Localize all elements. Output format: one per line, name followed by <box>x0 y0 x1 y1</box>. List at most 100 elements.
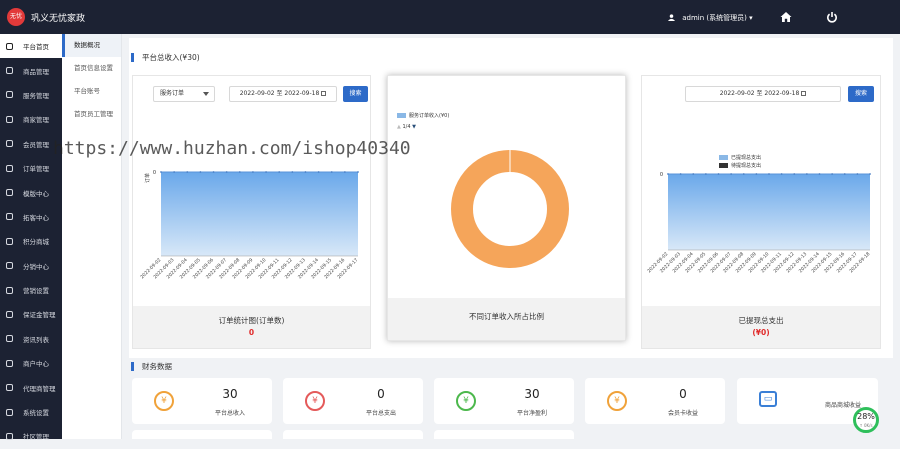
sidebar-item[interactable]: 订单管理 <box>0 156 62 180</box>
chevron-down-icon <box>203 92 209 96</box>
order-search-button[interactable]: 搜索 <box>343 86 368 102</box>
calendar-icon <box>801 91 807 96</box>
data-point <box>843 173 846 175</box>
data-point <box>818 173 821 175</box>
series-area <box>668 174 870 250</box>
sidebar-item[interactable]: 保证金管理 <box>0 302 62 326</box>
power-icon[interactable] <box>826 11 838 23</box>
data-point <box>212 171 215 173</box>
order-type-select-value: 服务订单 <box>160 90 185 97</box>
order-date-range-text: 2022-09-02 至 2022-09-18 <box>239 90 320 97</box>
withdraw-date-range[interactable]: 2022-09-02 至 2022-09-18 <box>685 86 841 102</box>
data-point <box>679 173 682 175</box>
top-bar: 无忧 巩义无忧家政 admin (系统管理员) ▾ <box>0 0 900 34</box>
menu-icon <box>6 140 13 148</box>
withdraw-card-footer: 已提现总支出 (¥0) <box>642 306 880 348</box>
data-point <box>780 173 783 175</box>
y-tick-label: 0 <box>153 170 156 176</box>
withdraw-legend-item[interactable]: 待提现总支出 <box>719 162 761 170</box>
sidebar-item-label: 社区管理 <box>23 433 49 442</box>
performance-badge: 28% ↑ 0K/s <box>853 407 879 433</box>
menu-icon <box>6 42 13 50</box>
subnav-item[interactable]: 数据概况 <box>62 34 121 57</box>
order-type-select[interactable]: 服务订单 <box>153 86 215 102</box>
menu-icon <box>6 115 13 123</box>
sidebar-item[interactable]: 商家管理 <box>0 107 62 131</box>
performance-sub: ↑ 0K/s <box>859 423 873 428</box>
income-panel: 平台总收入(¥30) 服务订单 2022-09-02 至 2022-09-18 … <box>129 38 893 358</box>
sidebar-item[interactable]: 系统设置 <box>0 400 62 424</box>
order-date-range[interactable]: 2022-09-02 至 2022-09-18 <box>229 86 337 102</box>
data-point <box>173 171 176 173</box>
sidebar-item-label: 系统设置 <box>23 409 49 418</box>
withdraw-legend-label: 待提现总支出 <box>731 163 762 169</box>
finance-stat-card: ¥0 会员卡收益 <box>585 378 725 424</box>
sidebar-item[interactable]: 代理商管理 <box>0 375 62 399</box>
sidebar-item[interactable]: 社区管理 <box>0 424 62 448</box>
sidebar-item-label: 商品管理 <box>23 67 49 76</box>
withdraw-area-chart: 02022-09-022022-09-032022-09-042022-09-0… <box>646 172 871 274</box>
shop-icon: ▭ <box>759 391 777 407</box>
sidebar-item[interactable]: 服务管理 <box>0 83 62 107</box>
menu-icon <box>6 213 13 221</box>
watermark-text: https://www.huzhan.com/ishop40340 <box>53 138 411 159</box>
data-point <box>199 171 202 173</box>
sidebar-item[interactable]: 商品管理 <box>0 58 62 82</box>
logo: 无忧 <box>7 8 25 26</box>
finance-stat-card: ¥30 平台总收入 <box>132 378 272 424</box>
subnav-item[interactable]: 首页员工管理 <box>62 103 121 126</box>
sidebar-item[interactable]: 分销中心 <box>0 254 62 278</box>
data-point <box>793 173 796 175</box>
sidebar-item[interactable]: 平台首页 <box>0 34 62 59</box>
sidebar-item[interactable]: 积分商城 <box>0 229 62 253</box>
data-point <box>225 171 228 173</box>
pie-card-footer: 不同订单收入所占比例 <box>388 298 625 340</box>
withdraw-chart-card: 2022-09-02 至 2022-09-18 搜索 已提现总支出 待提现总支出… <box>641 75 881 349</box>
pie-slice <box>451 150 569 268</box>
home-icon[interactable] <box>780 11 792 23</box>
data-point <box>742 173 745 175</box>
series-area <box>161 172 358 256</box>
data-point <box>304 171 307 173</box>
order-card-footer: 订单统计图(订单数) 0 <box>133 306 370 348</box>
subnav-item[interactable]: 首页信息设置 <box>62 57 121 80</box>
sidebar-item[interactable]: 资讯列表 <box>0 327 62 351</box>
sidebar-item[interactable]: 商户中心 <box>0 351 62 375</box>
data-point <box>805 173 808 175</box>
data-point <box>238 171 241 173</box>
finance-row-2-card <box>434 430 574 439</box>
sidebar-item-label: 会员管理 <box>23 140 49 149</box>
withdraw-footer-value: (¥0) <box>752 328 770 337</box>
calendar-icon <box>321 91 327 96</box>
menu-icon <box>6 310 13 318</box>
app-title: 巩义无忧家政 <box>31 14 86 24</box>
finance-stat-value: 30 <box>524 387 540 401</box>
sidebar-item-label: 商户中心 <box>23 360 49 369</box>
sidebar-item[interactable]: 模版中心 <box>0 180 62 204</box>
data-point <box>692 173 695 175</box>
finance-row-2-card <box>132 430 272 439</box>
order-footer-label: 订单统计图(订单数) <box>218 316 285 325</box>
data-point <box>856 173 859 175</box>
data-point <box>265 171 267 173</box>
data-point <box>730 173 733 175</box>
sidebar-item[interactable]: 营销设置 <box>0 278 62 302</box>
yuan-icon: ¥ <box>154 391 174 411</box>
sidebar-item-label: 保证金管理 <box>23 311 56 320</box>
finance-stat-label: 会员卡收益 <box>667 410 698 417</box>
sidebar-item-label: 积分商城 <box>23 238 49 247</box>
withdraw-legend-label: 已提现总支出 <box>731 155 762 161</box>
withdraw-search-button[interactable]: 搜索 <box>848 86 874 102</box>
finance-stat-label: 平台总收入 <box>214 410 245 417</box>
withdraw-legend-swatch <box>719 155 728 160</box>
menu-icon <box>6 359 13 367</box>
withdraw-legend-item[interactable]: 已提现总支出 <box>719 154 761 162</box>
chevron-down-icon: ▾ <box>749 14 753 22</box>
sidebar-item[interactable]: 拓客中心 <box>0 205 62 229</box>
data-point <box>768 173 770 175</box>
user-label: admin (系统管理员) <box>682 14 747 22</box>
subnav-item[interactable]: 平台账号 <box>62 80 121 103</box>
user-menu[interactable]: admin (系统管理员) ▾ <box>668 13 753 23</box>
finance-stat-value: 0 <box>377 387 385 401</box>
data-point <box>278 171 281 173</box>
